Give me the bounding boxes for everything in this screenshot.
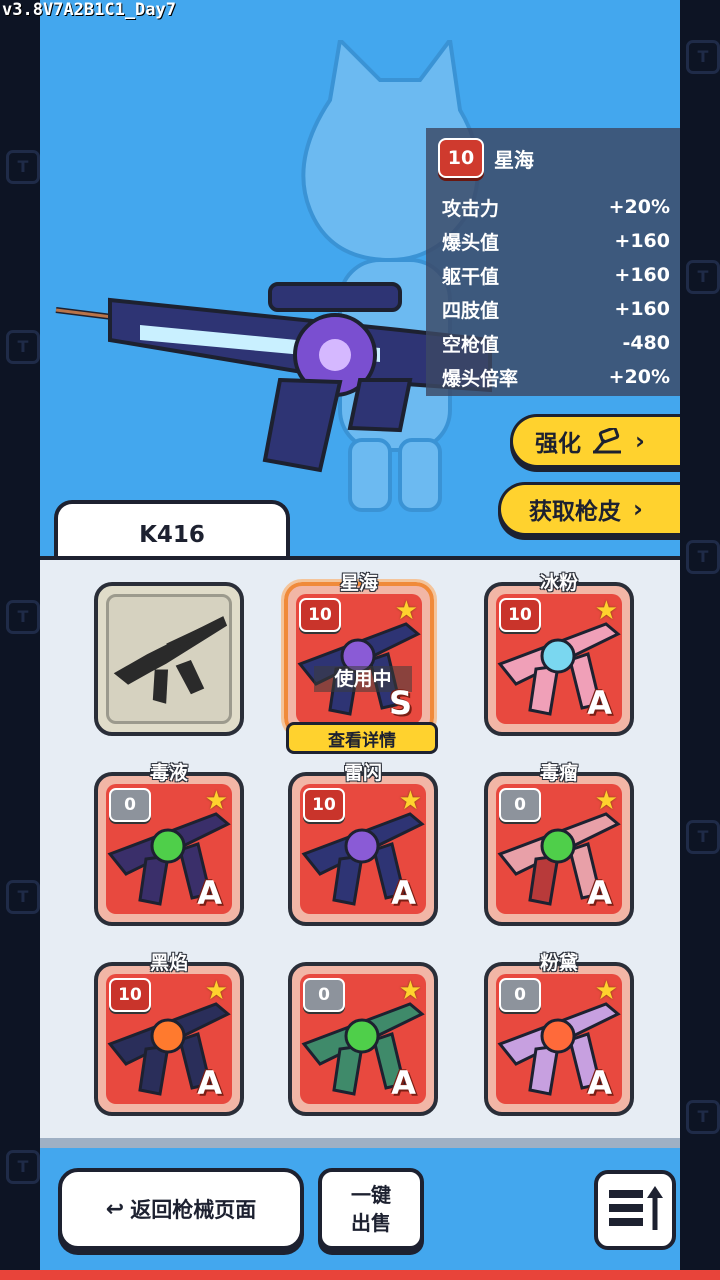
upgrade-button[interactable]: 强化 › — [510, 414, 680, 468]
skin-card[interactable]: 0 ★ A — [288, 962, 438, 1116]
rank-label: A — [391, 874, 416, 912]
rank-label: A — [587, 1064, 612, 1102]
sort-button[interactable] — [594, 1170, 676, 1250]
level-badge: 10 — [499, 598, 541, 632]
level-badge: 10 — [303, 788, 345, 822]
star-icon: ★ — [204, 786, 228, 816]
level-badge: 0 — [303, 978, 345, 1012]
chevron-right-icon: › — [635, 427, 645, 455]
skin-stats-panel: 10 星海 攻击力 +20% 爆头值 +160 躯干值 +160 四肢值 +160 空枪… — [426, 128, 680, 396]
skin-card[interactable]: 星海 10 ★ 使用中 S — [281, 572, 437, 739]
default-gun-icon — [113, 616, 228, 704]
level-badge: 0 — [109, 788, 151, 822]
level-badge: 10 — [438, 138, 484, 178]
right-margin: TT TT T — [680, 0, 720, 1280]
level-badge: 10 — [109, 978, 151, 1012]
skin-card[interactable]: 黑焰 10 ★ A — [94, 952, 244, 1116]
skin-card-default[interactable] — [94, 582, 244, 736]
bottom-bar: ↩ 返回枪械页面 一键出售 — [40, 1148, 680, 1280]
hammer-icon — [593, 428, 621, 454]
level-badge: 0 — [499, 788, 541, 822]
stat-row: 爆头倍率 +20% — [442, 366, 670, 390]
star-icon: ★ — [394, 596, 418, 626]
stat-row: 爆头值 +160 — [442, 230, 670, 254]
footer-strip — [0, 1270, 720, 1280]
star-icon: ★ — [398, 786, 422, 816]
star-icon: ★ — [594, 976, 618, 1006]
rank-label: A — [197, 1064, 222, 1102]
quick-sell-button[interactable]: 一键出售 — [318, 1168, 424, 1250]
chevron-right-icon: › — [633, 495, 643, 523]
left-margin: TT TT T — [0, 0, 40, 1280]
level-badge: 0 — [499, 978, 541, 1012]
stat-row: 空枪值 -480 — [442, 332, 670, 356]
get-skin-button[interactable]: 获取枪皮 › — [498, 482, 680, 536]
star-icon: ★ — [204, 976, 228, 1006]
view-details-button[interactable]: 查看详情 — [286, 722, 438, 754]
stat-row: 攻击力 +20% — [442, 196, 670, 220]
debug-version-label: v3.8V7A2B1C1_Day7 — [2, 0, 176, 20]
rank-label: S — [388, 684, 412, 722]
star-icon: ★ — [398, 976, 422, 1006]
stat-row: 四肢值 +160 — [442, 298, 670, 322]
skin-card[interactable]: 雷闪 10 ★ A — [288, 762, 438, 926]
skin-card[interactable]: 粉黛 0 ★ A — [484, 952, 634, 1116]
rank-label: A — [587, 874, 612, 912]
star-icon: ★ — [594, 786, 618, 816]
skin-card[interactable]: 毒液 0 ★ A — [94, 762, 244, 926]
skin-card[interactable]: 冰粉 10 ★ A — [484, 572, 634, 736]
level-badge: 10 — [299, 598, 341, 632]
panel-divider — [40, 1138, 680, 1148]
rank-label: A — [391, 1064, 416, 1102]
stat-row: 躯干值 +160 — [442, 264, 670, 288]
back-to-weapons-button[interactable]: ↩ 返回枪械页面 — [58, 1168, 304, 1250]
skin-card[interactable]: 毒瘤 0 ★ A — [484, 762, 634, 926]
rank-label: A — [587, 684, 612, 722]
skin-screen: 10 星海 攻击力 +20% 爆头值 +160 躯干值 +160 四肢值 +160 空枪… — [40, 0, 680, 1280]
return-arrow-icon: ↩ — [105, 1196, 125, 1222]
rank-label: A — [197, 874, 222, 912]
sort-icon — [609, 1186, 663, 1230]
star-icon: ★ — [594, 596, 618, 626]
skin-name: 星海 — [494, 147, 534, 172]
